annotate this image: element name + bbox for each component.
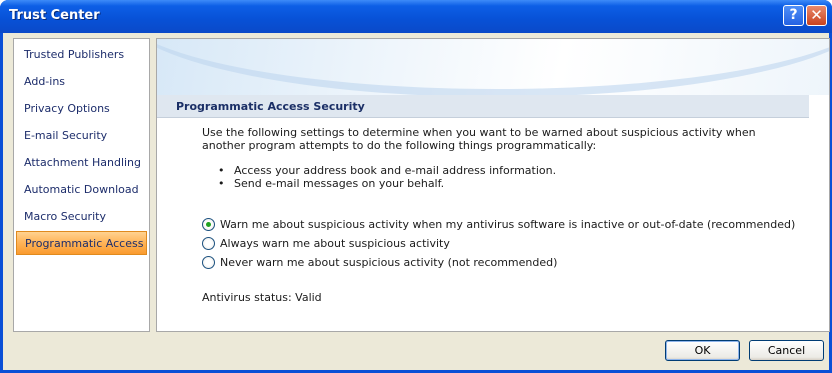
- settings-panel: Programmatic Access Security Use the fol…: [156, 38, 830, 332]
- option-label[interactable]: Always warn me about suspicious activity: [220, 236, 450, 252]
- sidebar-item-programmatic-access[interactable]: Programmatic Access: [16, 231, 147, 255]
- sidebar-item-automatic-download[interactable]: Automatic Download: [16, 178, 147, 202]
- list-item: • Access your address book and e-mail add…: [218, 164, 556, 177]
- close-button[interactable]: ✕: [806, 5, 827, 26]
- antivirus-status: Antivirus status: Valid: [202, 291, 322, 304]
- option-label[interactable]: Warn me about suspicious activity when m…: [220, 217, 795, 233]
- help-button[interactable]: ?: [783, 5, 804, 26]
- banner-decoration: [157, 39, 829, 97]
- bullet-text: Send e-mail messages on your behalf.: [234, 177, 445, 190]
- sidebar-item-macro-security[interactable]: Macro Security: [16, 205, 147, 229]
- section-header: Programmatic Access Security: [157, 95, 809, 118]
- sidebar-item-add-ins[interactable]: Add-ins: [16, 70, 147, 94]
- title-bar[interactable]: Trust Center ? ✕: [0, 0, 832, 33]
- radio-button-selected[interactable]: [202, 218, 215, 231]
- list-item: • Send e-mail messages on your behalf.: [218, 177, 556, 190]
- sidebar-item-email-security[interactable]: E-mail Security: [16, 124, 147, 148]
- dialog-body: Trusted Publishers Add-ins Privacy Optio…: [3, 33, 830, 370]
- radio-button[interactable]: [202, 237, 215, 250]
- sidebar-item-attachment-handling[interactable]: Attachment Handling: [16, 151, 147, 175]
- sidebar-item-trusted-publishers[interactable]: Trusted Publishers: [16, 43, 147, 67]
- sidebar-nav: Trusted Publishers Add-ins Privacy Optio…: [13, 38, 150, 332]
- ok-button[interactable]: OK: [665, 340, 740, 361]
- bullet-text: Access your address book and e-mail addr…: [234, 164, 557, 177]
- bullet-icon: •: [218, 164, 225, 177]
- description-text: Use the following settings to determine …: [202, 126, 756, 152]
- section-title: Programmatic Access Security: [176, 100, 365, 113]
- sidebar-item-privacy-options[interactable]: Privacy Options: [16, 97, 147, 121]
- option-label[interactable]: Never warn me about suspicious activity …: [220, 255, 557, 271]
- bullet-icon: •: [218, 177, 225, 190]
- bullet-list: • Access your address book and e-mail add…: [218, 164, 556, 190]
- trust-center-window: Trust Center ? ✕ Trusted Publishers Add-…: [0, 0, 832, 373]
- window-title: Trust Center: [9, 8, 100, 23]
- cancel-button[interactable]: Cancel: [749, 340, 824, 361]
- header-banner: [157, 39, 829, 97]
- radio-button[interactable]: [202, 256, 215, 269]
